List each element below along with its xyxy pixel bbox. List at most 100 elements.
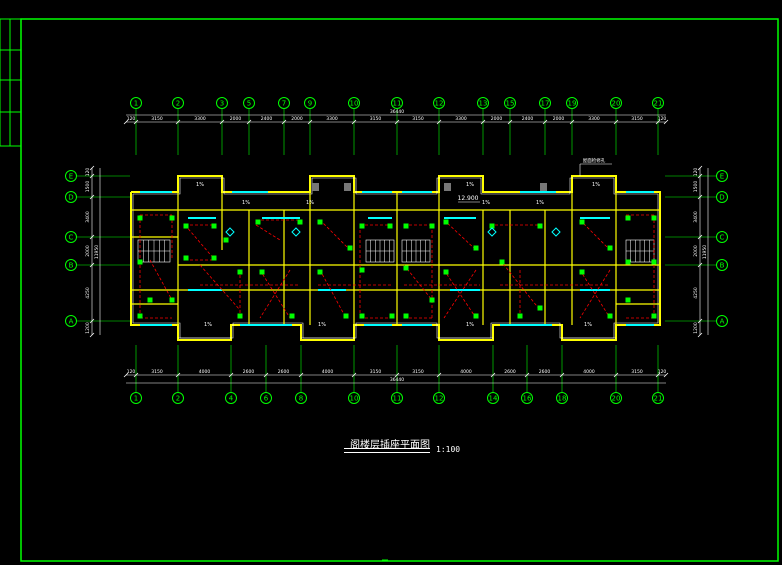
dim-top-value: 3300 [194, 116, 206, 122]
dim-top-value: 3150 [151, 116, 163, 122]
axis-bubble-bottom-10-label: 10 [350, 395, 359, 403]
axis-bubble-bottom-14-label: 14 [489, 395, 498, 403]
axis-bubble-top-9-label: 9 [308, 100, 312, 108]
axis-bubble-top-20-label: 20 [612, 100, 621, 108]
socket-outlet [347, 245, 353, 251]
socket-outlet [579, 219, 585, 225]
dim-right-value: 4250 [693, 287, 699, 299]
axis-bubble-right-E-label: E [720, 173, 724, 181]
dim-right-value: 1200 [693, 322, 699, 334]
socket-outlet [317, 269, 323, 275]
dim-bottom-value: 4000 [322, 369, 334, 375]
socket-outlet [169, 215, 175, 221]
room-label: 1% [536, 200, 544, 206]
room-label: 1% [482, 200, 490, 206]
dim-top-value: 3150 [370, 116, 382, 122]
socket-outlet [403, 313, 409, 319]
dim-top-value: 2400 [522, 116, 534, 122]
dim-top-value: 2400 [261, 116, 273, 122]
wiring-run [259, 269, 291, 319]
wiring-run [319, 219, 351, 251]
socket-outlet [387, 223, 393, 229]
socket-outlet [625, 259, 631, 265]
wiring-run [319, 269, 347, 319]
junction-box [291, 227, 301, 237]
room-label: 1% [466, 322, 474, 328]
dim-top-value: 3300 [455, 116, 467, 122]
socket-outlet [389, 313, 395, 319]
axis-bubble-bottom-16-label: 16 [523, 395, 532, 403]
floor-plan-drawing: 1 2 3 5 7 9 10 11 12 13 15 17 19 20 211 2 4 6 8 10 11 12 14 16 1… [0, 18, 779, 562]
axis-bubble-bottom-21-label: 21 [654, 395, 663, 403]
axis-bubble-top-7-label: 7 [282, 100, 286, 108]
socket-outlet [359, 313, 365, 319]
room-label: 1% [318, 322, 326, 328]
socket-outlet [607, 245, 613, 251]
axis-bubble-bottom-8-label: 8 [299, 395, 303, 403]
dim-bottom-value: 120 [658, 369, 667, 375]
socket-outlet [517, 313, 523, 319]
socket-outlet [443, 269, 449, 275]
axis-bubble-top-5-label: 5 [247, 100, 251, 108]
dim-bottom-value: 2600 [243, 369, 255, 375]
socket-outlet [579, 269, 585, 275]
socket-outlet [537, 223, 543, 229]
socket-outlet [289, 313, 295, 319]
dim-top-value: 120 [658, 116, 667, 122]
axis-bubble-bottom-12-label: 12 [435, 395, 444, 403]
dim-bottom-value: 3150 [151, 369, 163, 375]
dim-bottom-value: 3150 [631, 369, 643, 375]
wiring-run [149, 259, 173, 301]
axis-bubble-top-12-label: 12 [435, 100, 444, 108]
socket-outlet [473, 313, 479, 319]
dim-right-total: 11950 [702, 245, 708, 259]
wiring-run [184, 224, 216, 261]
wiring-run [199, 264, 241, 311]
socket-outlet [651, 259, 657, 265]
axis-bubble-top-2-label: 2 [176, 100, 180, 108]
socket-outlet [255, 219, 261, 225]
socket-outlet [147, 297, 153, 303]
dim-bottom-value: 2600 [504, 369, 516, 375]
room-label: 1% [306, 200, 314, 206]
dim-bottom-value: 2600 [539, 369, 551, 375]
dim-top-value: 3300 [588, 116, 600, 122]
drawing-title: 阁楼层插座平面图 [350, 440, 430, 451]
dim-right-value: 2000 [693, 245, 699, 257]
socket-outlet [223, 237, 229, 243]
axis-bubble-top-15-label: 15 [506, 100, 515, 108]
dim-top-value: 3150 [631, 116, 643, 122]
axis-bubble-bottom-20-label: 20 [612, 395, 621, 403]
junction-box [487, 227, 497, 237]
exterior-wall [130, 175, 661, 341]
axis-bubble-top-3-label: 3 [220, 100, 224, 108]
axis-bubble-top-17-label: 17 [541, 100, 550, 108]
dim-top-value: 2000 [553, 116, 565, 122]
dim-right-value: 3400 [693, 211, 699, 223]
socket-outlet [343, 313, 349, 319]
socket-outlet [211, 223, 217, 229]
wiring-run [579, 269, 611, 319]
axis-bubble-right-B-label: B [720, 262, 725, 270]
wiring-run [579, 269, 611, 319]
dim-left-value: 3400 [85, 211, 91, 223]
socket-outlet [443, 219, 449, 225]
room-label: 1% [466, 182, 474, 188]
socket-outlet [499, 259, 505, 265]
dim-right-value: 120 [693, 168, 699, 177]
dim-left-value: 120 [85, 168, 91, 177]
axis-bubble-left-D-label: D [68, 194, 73, 202]
roof-access-hatch [444, 183, 451, 191]
socket-outlet [403, 265, 409, 271]
axis-bubble-top-13-label: 13 [479, 100, 488, 108]
axis-bubble-left-B-label: B [69, 262, 74, 270]
socket-outlet [403, 223, 409, 229]
socket-outlet [317, 219, 323, 225]
axis-bubble-bottom-1-label: 1 [134, 395, 138, 403]
junction-box [551, 227, 561, 237]
socket-outlet [625, 297, 631, 303]
plan-note: 屋面检修孔 [583, 157, 606, 164]
dim-left-total: 11950 [94, 245, 100, 259]
axis-bubble-bottom-2-label: 2 [176, 395, 180, 403]
drawing-scale: 1:100 [436, 445, 461, 454]
